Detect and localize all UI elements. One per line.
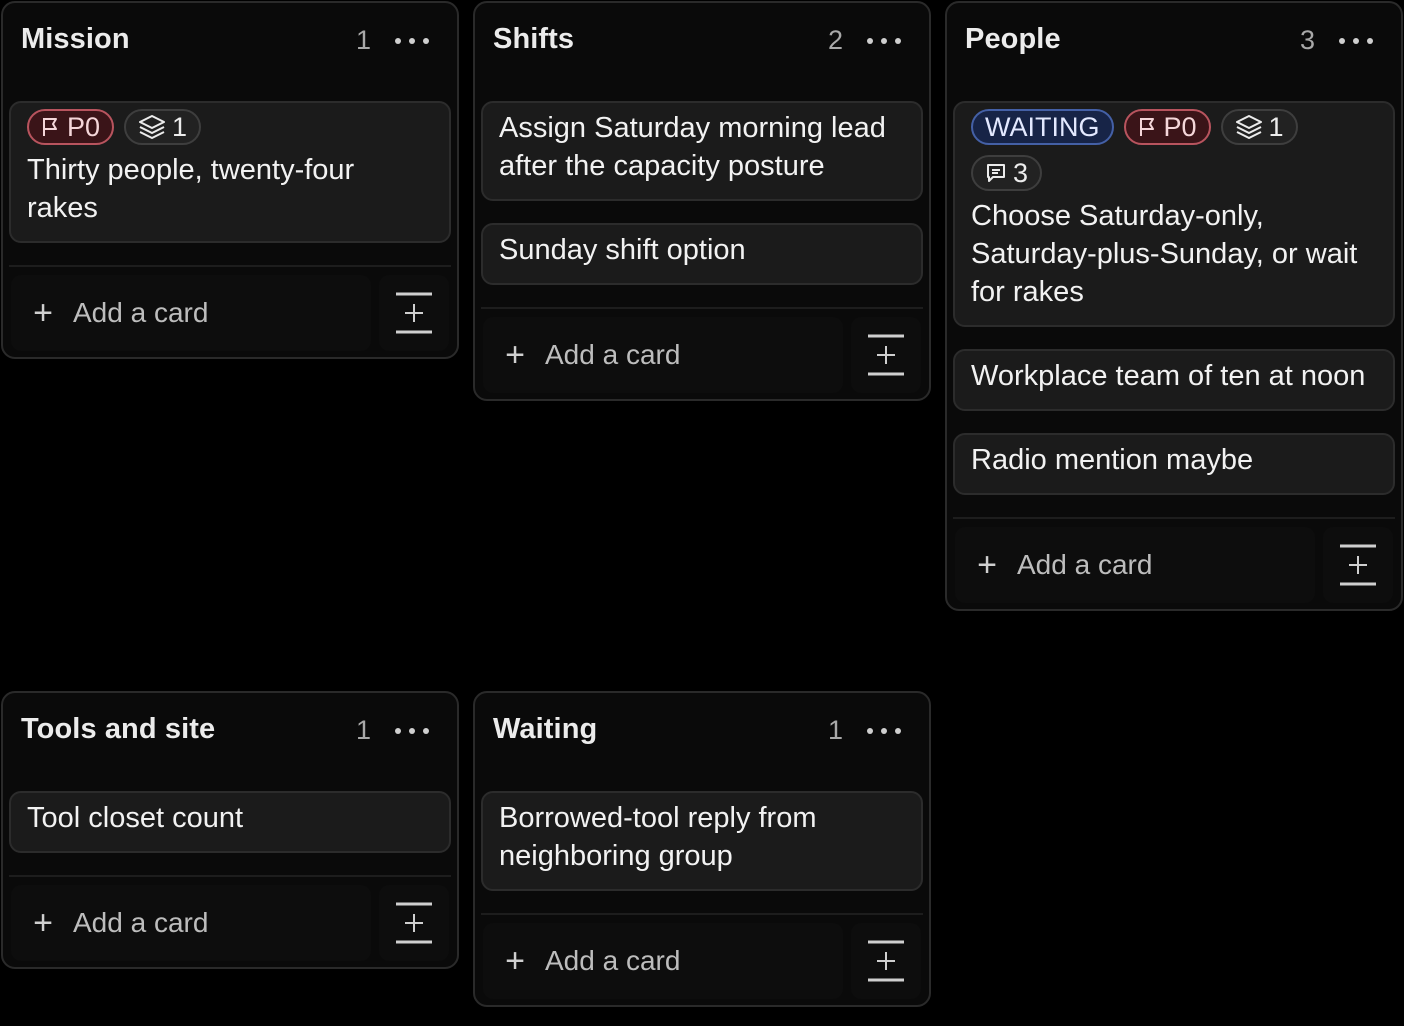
- column-more-icon[interactable]: [867, 31, 901, 51]
- badge-label: P0: [1163, 111, 1197, 142]
- card[interactable]: Sunday shift option: [481, 223, 923, 285]
- column-header: People 3: [947, 3, 1401, 79]
- badge-label: 1: [1268, 111, 1284, 142]
- plus-icon: +: [33, 904, 53, 942]
- column-header: Tools and site 1: [3, 693, 457, 769]
- column-card-count: 1: [355, 715, 371, 745]
- badge-label: P0: [67, 111, 101, 142]
- plus-icon: +: [33, 294, 53, 332]
- flag-icon: [1138, 116, 1158, 138]
- column-title[interactable]: Mission: [21, 23, 130, 56]
- column-shifts: Shifts 2 Assign Saturday morning lead afte…: [473, 1, 931, 401]
- flag-icon: [41, 116, 61, 138]
- plus-icon: +: [505, 336, 525, 374]
- add-card-label: Add a card: [1017, 549, 1153, 580]
- subtasks-badge: 1: [124, 109, 202, 145]
- add-card-label: Add a card: [73, 297, 209, 328]
- plus-icon: +: [977, 546, 997, 584]
- card-list: Tool closet count: [3, 769, 457, 853]
- card-title: Assign Saturday morning lead after the c…: [499, 112, 886, 182]
- column-card-count: 1: [355, 25, 371, 55]
- card-title: Thirty people, twenty-four rakes: [27, 154, 355, 224]
- card[interactable]: Radio mention maybe: [953, 433, 1395, 495]
- priority-badge: P0: [1123, 109, 1211, 145]
- card[interactable]: Tool closet count: [9, 791, 451, 853]
- column-title[interactable]: Shifts: [493, 23, 574, 56]
- card-template-icon: [396, 292, 432, 334]
- add-card-button[interactable]: + Add a card: [955, 527, 1315, 603]
- column-more-icon[interactable]: [867, 721, 901, 741]
- card-badges: WAITING P0 1 3: [971, 109, 1377, 191]
- column-footer: + Add a card: [9, 265, 451, 357]
- card-list: Assign Saturday morning lead after the c…: [475, 79, 929, 285]
- card[interactable]: Workplace team of ten at noon: [953, 349, 1395, 411]
- badge-label: 3: [1013, 157, 1029, 188]
- column-title[interactable]: People: [965, 23, 1061, 56]
- add-from-template-button[interactable]: [851, 923, 921, 999]
- column-waiting: Waiting 1 Borrowed-tool reply from neighbo…: [473, 691, 931, 1007]
- add-card-button[interactable]: + Add a card: [483, 317, 843, 393]
- column-header: Mission 1: [3, 3, 457, 79]
- column-header: Shifts 2: [475, 3, 929, 79]
- add-from-template-button[interactable]: [1323, 527, 1393, 603]
- card[interactable]: Assign Saturday morning lead after the c…: [481, 101, 923, 201]
- add-card-label: Add a card: [545, 945, 681, 976]
- card-title: Tool closet count: [27, 802, 244, 834]
- column-footer: + Add a card: [9, 875, 451, 967]
- layers-icon: [1235, 114, 1263, 140]
- card-title: Borrowed-tool reply from neighboring gro…: [499, 802, 817, 872]
- add-card-button[interactable]: + Add a card: [11, 885, 371, 961]
- add-card-label: Add a card: [545, 339, 681, 370]
- column-footer: + Add a card: [953, 517, 1395, 609]
- column-card-count: 2: [827, 25, 843, 55]
- card-template-icon: [868, 334, 904, 376]
- card-list: P0 1 Thirty people, twenty-four rakes: [3, 79, 457, 243]
- badge-label: 1: [172, 111, 188, 142]
- layers-icon: [138, 114, 166, 140]
- comment-icon: [985, 162, 1007, 184]
- card-title: Sunday shift option: [499, 234, 746, 266]
- column-card-count: 3: [1299, 25, 1315, 55]
- column-more-icon[interactable]: [395, 31, 429, 51]
- card-template-icon: [868, 940, 904, 982]
- column-mission: Mission 1 P0 1 Thirty people, twenty-four ra…: [1, 1, 459, 359]
- add-from-template-button[interactable]: [379, 885, 449, 961]
- column-card-count: 1: [827, 715, 843, 745]
- column-title[interactable]: Waiting: [493, 713, 597, 746]
- add-from-template-button[interactable]: [851, 317, 921, 393]
- add-card-button[interactable]: + Add a card: [483, 923, 843, 999]
- status-badge: WAITING: [971, 109, 1114, 145]
- column-tools-and-site: Tools and site 1 Tool closet count + Add a c…: [1, 691, 459, 969]
- card-list: WAITING P0 1 3 Choose Saturday-only, Saturda…: [947, 79, 1401, 495]
- add-card-button[interactable]: + Add a card: [11, 275, 371, 351]
- card[interactable]: Borrowed-tool reply from neighboring gro…: [481, 791, 923, 891]
- column-title[interactable]: Tools and site: [21, 713, 215, 746]
- card-badges: P0 1: [27, 109, 433, 145]
- card[interactable]: WAITING P0 1 3 Choose Saturday-only, Saturda…: [953, 101, 1395, 327]
- add-card-label: Add a card: [73, 907, 209, 938]
- column-more-icon[interactable]: [1339, 31, 1373, 51]
- badge-label: WAITING: [985, 111, 1100, 142]
- column-footer: + Add a card: [481, 913, 923, 1005]
- card-template-icon: [396, 902, 432, 944]
- comments-badge: 3: [971, 155, 1043, 191]
- priority-badge: P0: [27, 109, 115, 145]
- plus-icon: +: [505, 942, 525, 980]
- card-title: Workplace team of ten at noon: [971, 360, 1366, 392]
- column-footer: + Add a card: [481, 307, 923, 399]
- add-from-template-button[interactable]: [379, 275, 449, 351]
- card[interactable]: P0 1 Thirty people, twenty-four rakes: [9, 101, 451, 243]
- card-title: Choose Saturday-only, Saturday-plus-Sund…: [971, 200, 1358, 308]
- column-header: Waiting 1: [475, 693, 929, 769]
- card-title: Radio mention maybe: [971, 444, 1254, 476]
- subtasks-badge: 1: [1220, 109, 1298, 145]
- column-more-icon[interactable]: [395, 721, 429, 741]
- column-people: People 3 WAITING P0 1 3 Choose Saturday-only, …: [945, 1, 1403, 611]
- card-template-icon: [1340, 544, 1376, 586]
- card-list: Borrowed-tool reply from neighboring gro…: [475, 769, 929, 891]
